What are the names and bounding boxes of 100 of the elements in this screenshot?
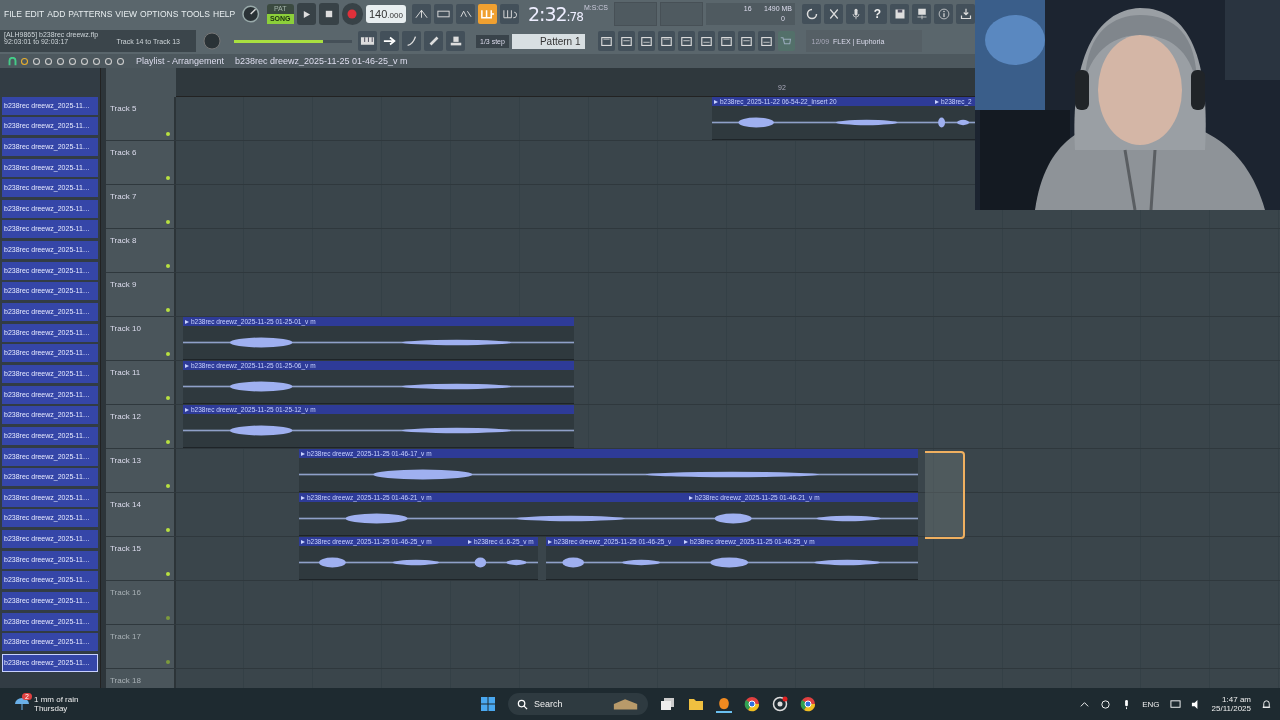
arrow-icon [382, 35, 397, 47]
track-name: Track 13 [110, 456, 141, 465]
clip-marker-icon [185, 319, 189, 324]
weather-text: 1 mm of rain [34, 695, 79, 704]
download-icon [959, 8, 972, 20]
clip-marker-icon [301, 539, 305, 544]
stamp-button[interactable] [446, 31, 465, 51]
magnet-icon[interactable] [8, 56, 17, 66]
clip-marker-icon [714, 99, 718, 104]
download-button[interactable] [956, 4, 975, 24]
knob-icon[interactable] [202, 31, 222, 51]
track-led[interactable] [166, 440, 170, 444]
menu-item[interactable]: FILE [4, 9, 22, 19]
track-led[interactable] [166, 484, 170, 488]
track-name: Track 17 [110, 632, 141, 641]
track-name: Track 11 [110, 368, 141, 377]
curve-button[interactable] [402, 31, 421, 51]
clock-date[interactable]: 25/11/2025 [1211, 704, 1251, 713]
weather-day: Thursday [34, 704, 79, 713]
record-icon [347, 9, 358, 19]
stop-button[interactable] [319, 3, 339, 25]
help-button[interactable]: ? [868, 4, 887, 24]
track-header[interactable]: Track 8 [106, 229, 176, 272]
arrow-button[interactable] [380, 31, 399, 51]
pattern-selector[interactable]: Pattern 1 [511, 33, 585, 49]
clip-marker-icon [301, 451, 305, 456]
fruit-icon[interactable] [716, 695, 732, 713]
track-led[interactable] [166, 396, 170, 400]
track-header[interactable]: Track 11 [106, 361, 176, 404]
track-led[interactable] [166, 132, 170, 136]
track-name: Track 16 [110, 588, 141, 597]
track-header[interactable]: Track 10 [106, 317, 176, 360]
track-led[interactable] [166, 308, 170, 312]
track-name: Track 6 [110, 148, 137, 157]
house-icon [612, 697, 640, 711]
volume-fill[interactable] [234, 39, 323, 43]
floppy-icon [893, 8, 906, 20]
menu-item[interactable]: OPTIONS [140, 9, 179, 19]
info-icon [937, 8, 950, 20]
track-header[interactable]: Track 5 [106, 97, 176, 140]
toggle-button[interactable] [499, 4, 519, 24]
bracket-icon [479, 8, 495, 20]
clip-marker-icon [684, 539, 688, 544]
info-button[interactable] [934, 4, 953, 24]
tempo-field[interactable]: 140.000 [365, 5, 406, 23]
menu-item[interactable]: HELP [213, 9, 236, 19]
clip-marker-icon [468, 539, 472, 544]
track-name: Track 14 [110, 500, 141, 509]
play-button[interactable] [296, 3, 317, 25]
refresh-button[interactable] [802, 4, 821, 24]
refresh-icon [805, 8, 818, 20]
keyboard-button[interactable] [358, 31, 377, 51]
track-led[interactable] [166, 528, 170, 532]
track-header[interactable]: Track 9 [106, 273, 176, 316]
loop-icon [501, 8, 517, 20]
sync-icon[interactable] [1100, 698, 1112, 710]
save-button[interactable] [890, 4, 909, 24]
clock-time[interactable]: 1:47 am [1222, 695, 1251, 704]
bell-icon[interactable] [1261, 698, 1272, 710]
track-name: Track 5 [110, 104, 137, 113]
track-header[interactable]: Track 14 [106, 493, 176, 536]
window-icon[interactable] [660, 696, 676, 712]
language-indicator[interactable]: ENG [1142, 699, 1160, 709]
track-name: Track 9 [110, 280, 137, 289]
link-button[interactable] [424, 31, 443, 51]
toggle-button[interactable] [411, 4, 431, 24]
knob-icon[interactable] [241, 4, 261, 24]
clip-marker-icon [548, 539, 552, 544]
toggle-button[interactable] [455, 4, 475, 24]
cut-button[interactable] [824, 4, 843, 24]
scrollbar[interactable] [100, 68, 106, 690]
browser-icon[interactable] [744, 696, 760, 712]
microphone-button[interactable] [846, 4, 865, 24]
track-led[interactable] [166, 352, 170, 356]
search-field[interactable]: Search [508, 693, 648, 715]
track-led[interactable] [166, 220, 170, 224]
rectangle-icon [435, 8, 451, 20]
save-as-button[interactable] [912, 4, 931, 24]
toggle-button[interactable] [433, 4, 453, 24]
clip-marker-icon [935, 99, 939, 104]
track-header[interactable]: Track 6 [106, 141, 176, 184]
track-led[interactable] [166, 176, 170, 180]
track-header[interactable]: Track 7 [106, 185, 176, 228]
menu-item[interactable]: PATTERNS [68, 9, 113, 19]
menu-item[interactable]: TOOLS [181, 9, 211, 19]
aperture-icon[interactable] [772, 696, 788, 712]
menu-item[interactable]: ADD [47, 9, 66, 19]
monitor-icon[interactable] [1169, 698, 1181, 710]
windows-icon[interactable] [480, 696, 496, 712]
menu-item[interactable]: VIEW [115, 9, 138, 19]
breadcrumb-item[interactable]: b238rec dreewz_2025-11-25 01-46-25_v m [235, 56, 408, 66]
browser-icon[interactable] [800, 696, 816, 712]
breadcrumb-item[interactable]: Playlist - Arrangement [136, 56, 225, 66]
track-led[interactable] [166, 572, 170, 576]
track-header[interactable]: Track 12 [106, 405, 176, 448]
track-header[interactable]: Track 15 [106, 537, 176, 580]
toggle-button[interactable] [477, 4, 497, 24]
track-led[interactable] [166, 264, 170, 268]
track-header[interactable]: Track 13 [106, 449, 176, 492]
menu-item[interactable]: EDIT [24, 9, 45, 19]
